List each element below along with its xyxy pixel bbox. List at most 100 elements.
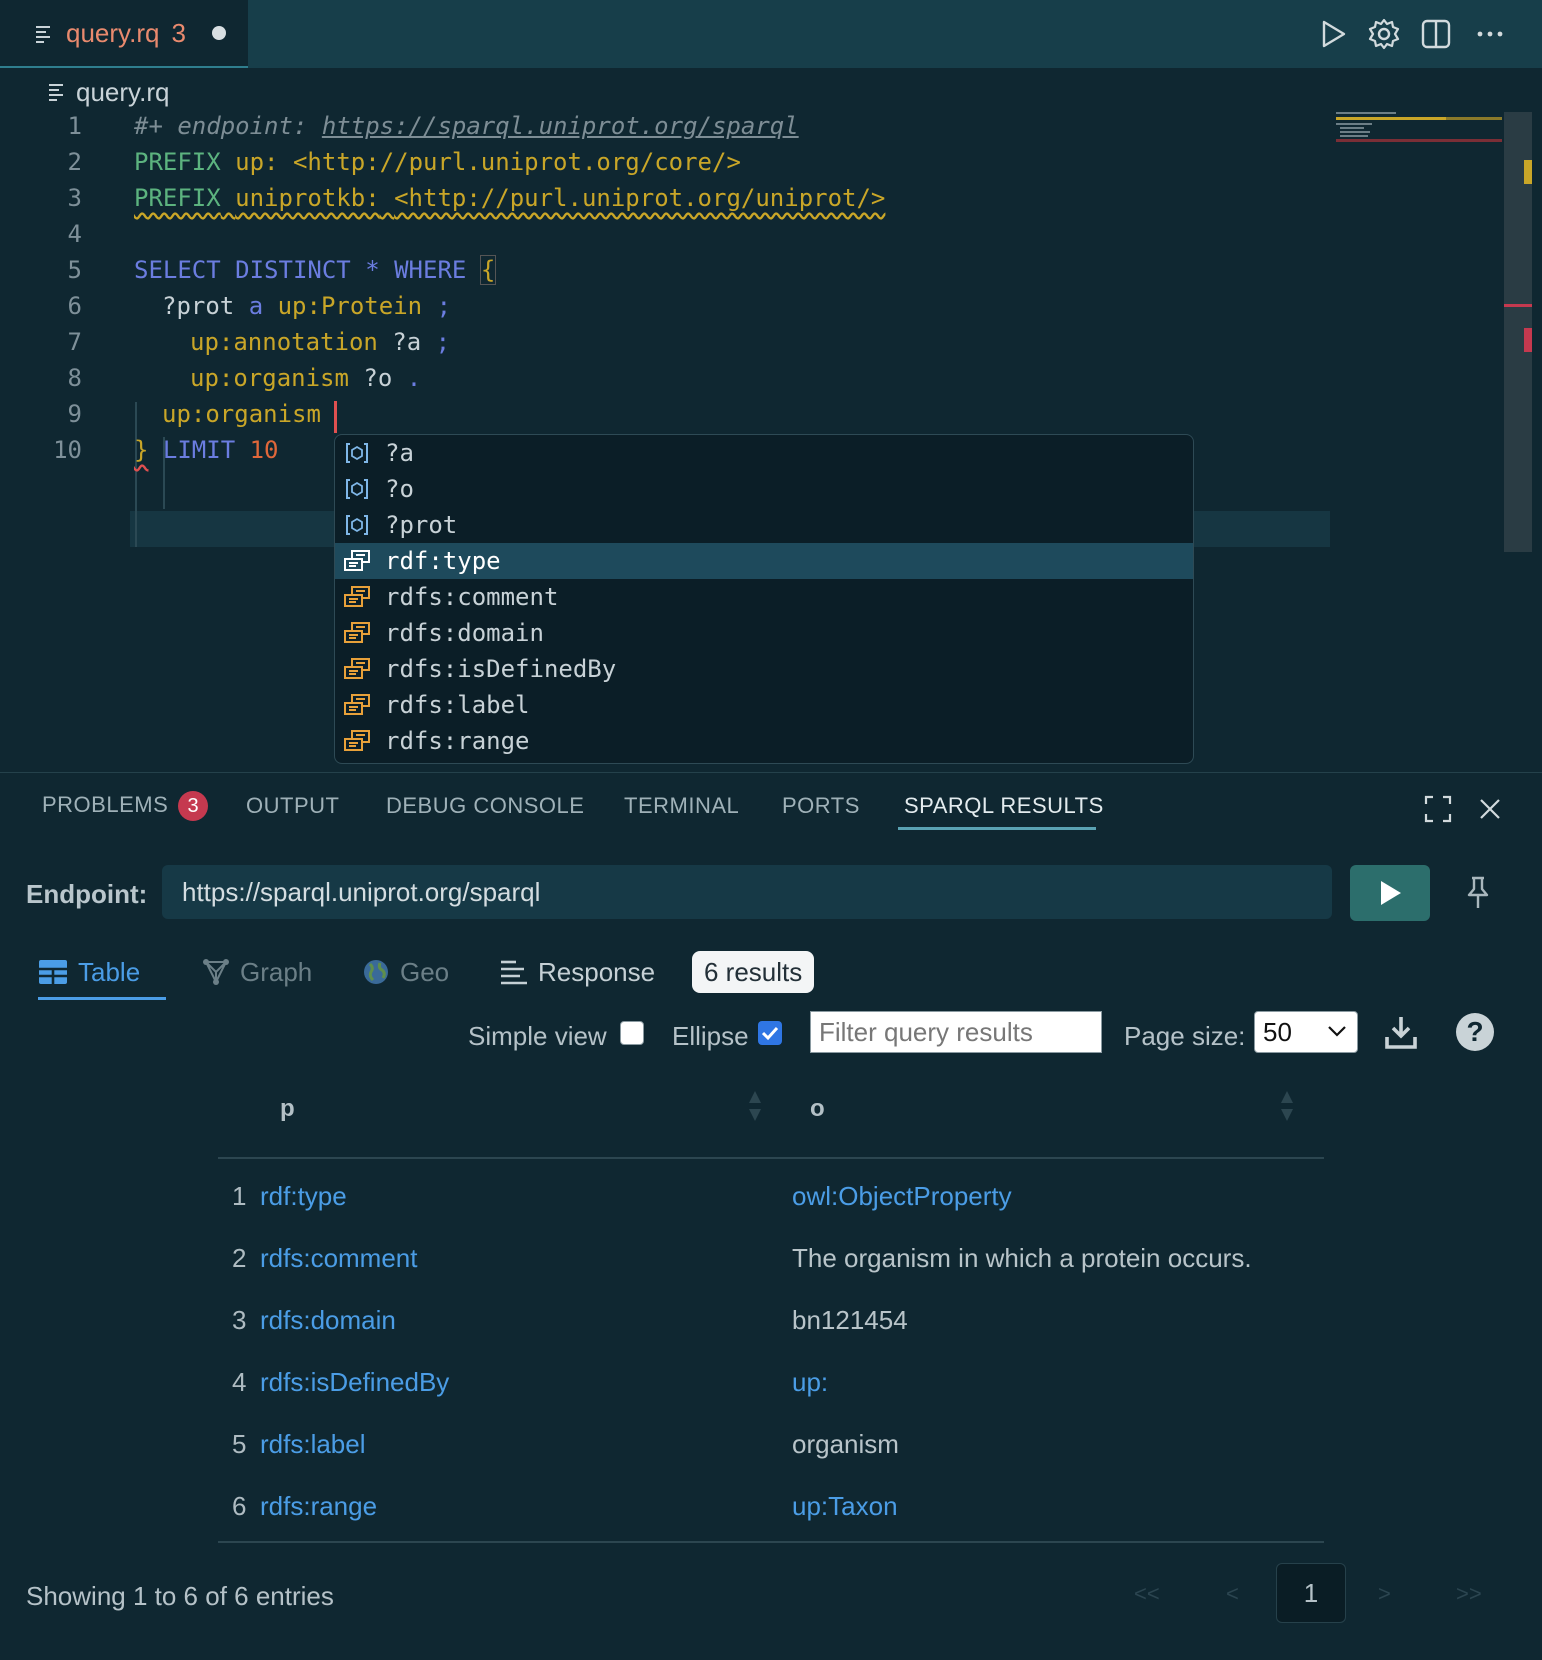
tab-ports[interactable]: PORTS — [782, 793, 860, 819]
suggest-item[interactable]: rdfs:label — [335, 687, 1193, 723]
sort-icon[interactable] — [1280, 1089, 1294, 1123]
editor-scrollbar[interactable] — [1504, 112, 1532, 552]
column-header-p[interactable]: p — [280, 1095, 295, 1123]
cell-p-link[interactable]: rdfs:isDefinedBy — [260, 1367, 449, 1398]
unsaved-dot-icon[interactable] — [211, 26, 226, 40]
view-tab-label: Graph — [240, 956, 313, 987]
prefix-token: uniprotkb: — [235, 184, 380, 212]
suggest-item[interactable]: ?prot — [335, 507, 1193, 543]
pager-first[interactable]: << — [1134, 1581, 1160, 1607]
close-panel-icon[interactable] — [1478, 797, 1502, 821]
table-row: 4 rdfs:isDefinedBy up: — [218, 1351, 1324, 1413]
cell-p-link[interactable]: rdfs:comment — [260, 1243, 418, 1274]
keyword-token: a — [248, 292, 264, 320]
tab-problem-count: 3 — [171, 17, 186, 48]
run-query-icon[interactable] — [1314, 16, 1350, 52]
run-query-button[interactable] — [1350, 865, 1430, 921]
check-icon — [761, 1026, 779, 1041]
graph-icon — [202, 958, 230, 986]
column-header-o[interactable]: o — [810, 1095, 825, 1123]
cell-p-link[interactable]: rdfs:range — [260, 1491, 377, 1522]
pager-current-page[interactable]: 1 — [1276, 1563, 1346, 1623]
keyword-token: LIMIT — [162, 436, 236, 464]
tab-query-rq[interactable]: query.rq 3 — [0, 0, 248, 68]
split-editor-icon[interactable] — [1418, 16, 1454, 52]
tab-output[interactable]: OUTPUT — [246, 793, 339, 819]
tab-terminal[interactable]: TERMINAL — [624, 793, 739, 819]
suggest-item[interactable]: ?o — [335, 471, 1193, 507]
suggest-item[interactable]: rdfs:range — [335, 723, 1193, 759]
code-line-9: up:organism — [162, 400, 321, 428]
tab-problems-label: PROBLEMS — [42, 791, 169, 817]
code-line-8: up:organism ?o . — [190, 364, 421, 392]
endpoint-url-link[interactable]: https://sparql.uniprot.org/sparql — [322, 112, 799, 140]
pager-last[interactable]: >> — [1456, 1581, 1482, 1607]
suggest-item[interactable]: ?a — [335, 435, 1193, 471]
keyword-token: PREFIX — [134, 184, 221, 212]
suggest-item[interactable]: rdfs:domain — [335, 615, 1193, 651]
separator-token: ; — [435, 328, 451, 356]
cell-p-link[interactable]: rdfs:domain — [260, 1305, 396, 1336]
cell-p-link[interactable]: rdf:type — [260, 1181, 347, 1212]
keyword-token: WHERE — [394, 256, 467, 284]
entries-summary: Showing 1 to 6 of 6 entries — [26, 1581, 334, 1611]
cell-o-link[interactable]: up:Taxon — [792, 1491, 898, 1522]
suggest-item-selected[interactable]: rdf:type — [335, 543, 1193, 579]
help-icon[interactable]: ? — [1456, 1013, 1494, 1051]
table-header-divider — [218, 1157, 1324, 1159]
tab-sparql-results[interactable]: SPARQL RESULTS — [904, 793, 1104, 819]
table-row: 5 rdfs:label organism — [218, 1413, 1324, 1475]
ellipse-checkbox[interactable] — [758, 1021, 782, 1045]
download-icon[interactable] — [1384, 1015, 1418, 1051]
view-tab-response[interactable]: Response — [500, 947, 655, 997]
breadcrumb[interactable]: query.rq — [48, 74, 169, 110]
view-tab-table[interactable]: Table — [38, 947, 140, 997]
pager-prev[interactable]: < — [1226, 1581, 1239, 1607]
property-icon — [343, 655, 371, 683]
suggest-label: rdfs:domain — [385, 619, 544, 647]
brace-token: { — [479, 255, 497, 285]
bottom-panel: PROBLEMS 3 OUTPUT DEBUG CONSOLE TERMINAL … — [0, 772, 1542, 1660]
minimap[interactable] — [1330, 110, 1502, 160]
more-actions-icon[interactable] — [1472, 16, 1508, 52]
panel-tab-bar: PROBLEMS 3 OUTPUT DEBUG CONSOLE TERMINAL … — [0, 773, 1542, 837]
text-cursor — [334, 401, 337, 433]
editor-tab-bar: query.rq 3 — [0, 0, 1542, 68]
problems-count-badge: 3 — [178, 791, 209, 821]
suggest-label: rdf:type — [385, 547, 501, 575]
suggest-label: ?prot — [385, 511, 458, 539]
pin-icon[interactable] — [1462, 875, 1494, 911]
variable-icon — [343, 439, 371, 467]
variable-icon — [343, 511, 371, 539]
page-size-select[interactable]: 50 — [1254, 1011, 1358, 1053]
tab-filename: query.rq — [66, 17, 160, 48]
variable-token: ?a — [392, 328, 422, 356]
view-tab-graph[interactable]: Graph — [202, 947, 312, 997]
file-lines-icon — [49, 84, 63, 101]
view-tab-geo[interactable]: Geo — [362, 947, 449, 997]
keyword-token: SELECT DISTINCT — [134, 256, 351, 284]
table-row: 6 rdfs:range up:Taxon — [218, 1475, 1324, 1537]
breadcrumb-file[interactable]: query.rq — [76, 77, 169, 108]
filter-results-input[interactable] — [810, 1011, 1102, 1053]
tab-debug-console[interactable]: DEBUG CONSOLE — [386, 793, 584, 819]
variable-icon — [343, 475, 371, 503]
endpoint-input[interactable] — [162, 865, 1332, 919]
simple-view-label: Simple view — [468, 1021, 607, 1051]
active-tab-underline — [898, 827, 1096, 830]
view-tab-label: Geo — [400, 956, 450, 987]
suggest-item[interactable]: rdfs:comment — [335, 579, 1193, 615]
cell-o-link[interactable]: owl:ObjectProperty — [792, 1181, 1012, 1212]
suggest-label: rdfs:isDefinedBy — [385, 655, 617, 683]
cell-o-link[interactable]: up: — [792, 1367, 828, 1398]
maximize-panel-icon[interactable] — [1424, 795, 1452, 823]
sort-icon[interactable] — [748, 1089, 762, 1123]
tab-problems[interactable]: PROBLEMS 3 — [42, 791, 209, 821]
gear-icon[interactable] — [1366, 16, 1402, 52]
suggest-item[interactable]: rdfs:isDefinedBy — [335, 651, 1193, 687]
simple-view-checkbox[interactable] — [620, 1021, 644, 1045]
row-number: 1 — [232, 1181, 247, 1211]
ellipse-label: Ellipse — [672, 1021, 749, 1051]
pager-next[interactable]: > — [1378, 1581, 1391, 1607]
cell-p-link[interactable]: rdfs:label — [260, 1429, 366, 1460]
